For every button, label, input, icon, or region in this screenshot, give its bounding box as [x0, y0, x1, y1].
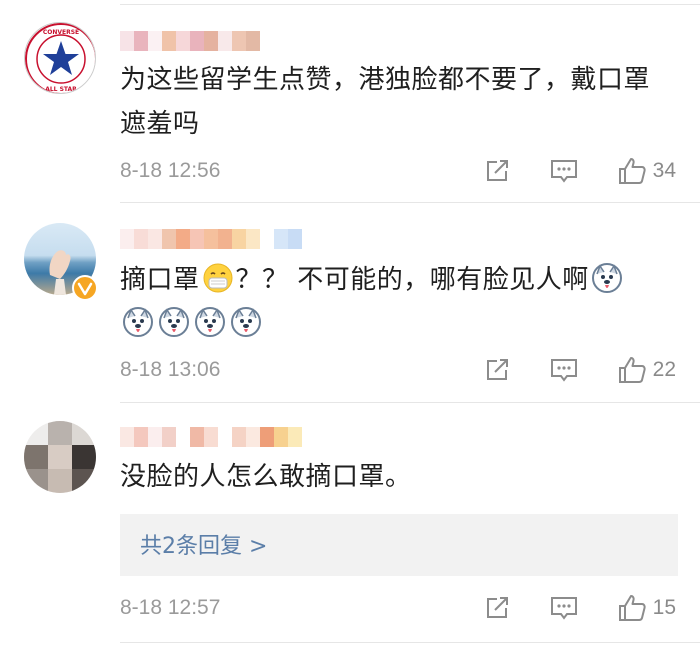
like-count: 15 — [652, 596, 676, 619]
comment-text-part: 摘口罩 — [120, 265, 200, 295]
svg-text:ALL STAR: ALL STAR — [45, 86, 77, 93]
comment-meta: 8-18 12:56 34 — [120, 156, 700, 186]
doge-icon — [591, 263, 622, 293]
comment-time: 8-18 12:57 — [120, 596, 221, 619]
comment-text: 为这些留学生点赞，港独脸都不要了，戴口罩遮羞吗 — [120, 65, 651, 139]
comment-time: 8-18 12:56 — [120, 159, 221, 182]
username-blurred[interactable] — [120, 29, 260, 53]
comment-text-part: ？？ 不可能的，哪有脸见人啊 — [235, 265, 589, 295]
share-icon — [486, 160, 508, 181]
comment-icon — [550, 160, 577, 183]
view-replies-link[interactable]: 共2条回复 > — [140, 528, 267, 560]
comment-item: 没脸的人怎么敢摘口罩。 共2条回复 > 8-18 12:57 15 — [0, 403, 700, 646]
username-blurred[interactable] — [120, 227, 302, 251]
like-button[interactable]: 22 — [617, 355, 676, 385]
like-button[interactable]: 34 — [617, 156, 676, 186]
svg-text:CONVERSE: CONVERSE — [43, 29, 79, 36]
thumbs-up-icon — [618, 595, 646, 621]
share-button[interactable] — [483, 356, 511, 384]
thumbs-up-icon — [618, 158, 646, 184]
verified-badge-icon — [72, 275, 98, 301]
comment-text: 没脸的人怎么敢摘口罩。 — [120, 462, 412, 492]
like-count: 34 — [652, 159, 676, 182]
doge-icon — [123, 307, 153, 337]
like-button[interactable]: 15 — [617, 593, 676, 623]
comment-button[interactable] — [549, 356, 579, 384]
comment-button[interactable] — [549, 157, 579, 185]
converse-logo-icon: CONVERSE ALL STAR — [25, 23, 95, 93]
doge-icon — [195, 307, 225, 337]
share-button[interactable] — [483, 594, 511, 622]
doge-icon — [231, 307, 261, 337]
like-count: 22 — [652, 358, 676, 381]
comment-text: 摘口罩 ？？ 不可能的，哪有脸见人啊 — [120, 258, 670, 346]
avatar[interactable]: CONVERSE ALL STAR — [24, 22, 96, 94]
comment-button[interactable] — [549, 594, 579, 622]
username-blurred[interactable] — [120, 425, 302, 449]
comment-item: CONVERSE ALL STAR 为这些留学生点赞，港独脸都不要了，戴口罩遮羞… — [0, 0, 700, 203]
comment-icon — [550, 597, 577, 620]
thumbs-up-icon — [618, 357, 646, 383]
comment-meta: 8-18 12:57 15 — [120, 593, 700, 623]
comment-meta: 8-18 13:06 22 — [120, 355, 700, 385]
comment-item: 摘口罩 ？？ 不可能的，哪有脸见人啊 8-18 13:06 22 — [0, 203, 700, 403]
comment-actions: 34 — [483, 156, 676, 186]
doge-icon — [159, 307, 189, 337]
share-button[interactable] — [483, 157, 511, 185]
emoji-row — [120, 307, 264, 339]
divider — [120, 642, 700, 643]
share-icon — [486, 597, 508, 618]
avatar[interactable] — [24, 421, 96, 493]
comment-icon — [550, 359, 577, 382]
comment-actions: 22 — [483, 355, 676, 385]
replies-box[interactable]: 共2条回复 > — [120, 514, 678, 576]
share-icon — [486, 359, 508, 380]
mask-face-emoji-icon — [203, 263, 233, 293]
blurred-avatar-icon — [24, 421, 96, 493]
comment-time: 8-18 13:06 — [120, 358, 221, 381]
comment-actions: 15 — [483, 593, 676, 623]
